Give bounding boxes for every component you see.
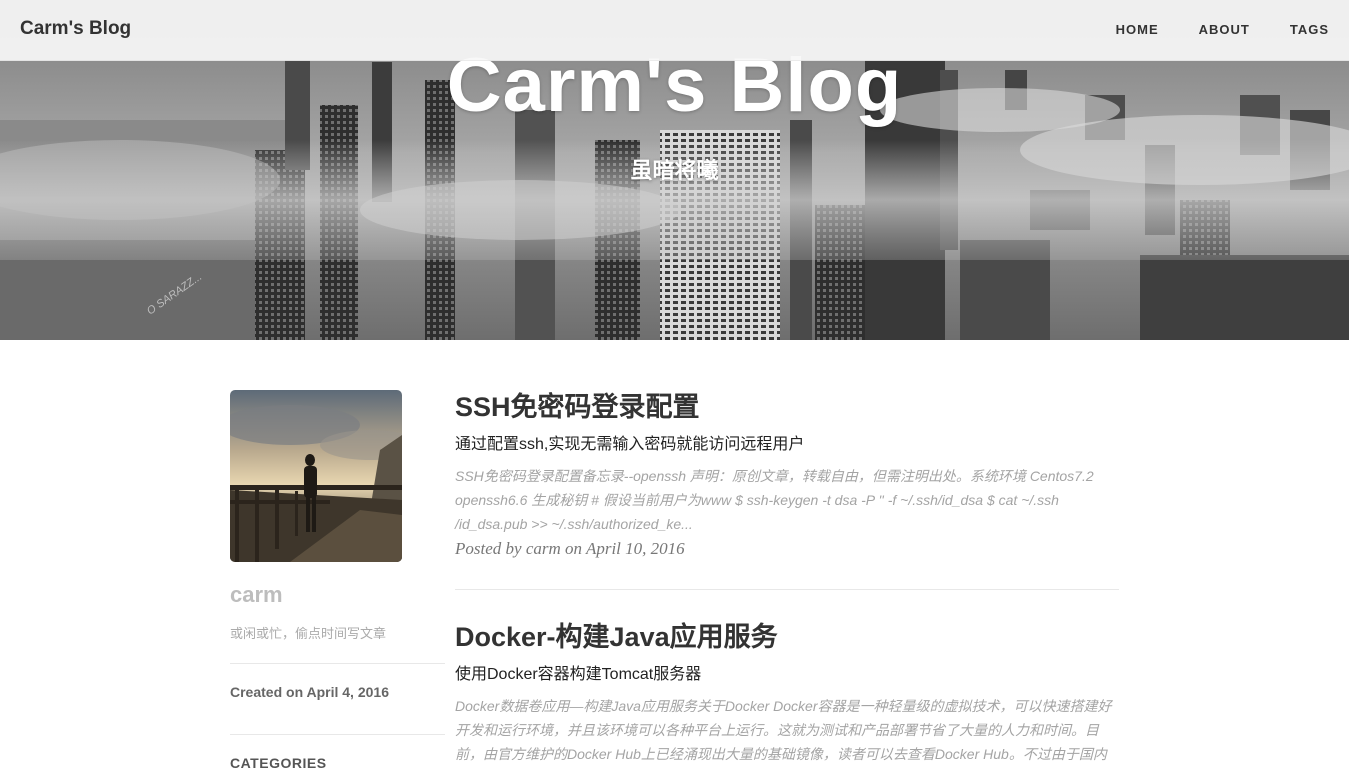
avatar[interactable]: [230, 390, 402, 562]
post-subtitle[interactable]: 使用Docker容器构建Tomcat服务器: [455, 664, 1119, 686]
nav-tags-link[interactable]: TAGS: [1290, 22, 1329, 37]
author-bio: 或闲或忙，偷点时间写文章: [230, 626, 387, 641]
post-excerpt: SSH免密码登录配置备忘录--openssh 声明：原创文章，转载自由，但需注明…: [455, 468, 1094, 532]
hero-subtitle: 虽暗将曦: [630, 158, 719, 183]
post-preview: SSH免密码登录配置 通过配置ssh,实现无需输入密码就能访问远程用户 SSH免…: [455, 388, 1119, 559]
post-excerpt: Docker数据卷应用—构建Java应用服务关于Docker Docker容器是…: [455, 698, 1112, 762]
post-subtitle[interactable]: 通过配置ssh,实现无需输入密码就能访问远程用户: [455, 434, 1119, 456]
categories-heading: CATEGORIES: [230, 755, 327, 771]
sidebar-divider: [230, 734, 445, 735]
post-divider: [455, 589, 1119, 590]
sidebar-divider: [230, 663, 445, 664]
created-date: Created on April 4, 2016: [230, 684, 389, 700]
author-name: carm: [230, 582, 283, 607]
post-preview: Docker-构建Java应用服务 使用Docker容器构建Tomcat服务器 …: [455, 618, 1119, 766]
nav-about-link[interactable]: ABOUT: [1199, 22, 1250, 37]
post-title-link[interactable]: SSH免密码登录配置: [455, 388, 1119, 426]
nav-links: HOME ABOUT TAGS: [1116, 22, 1329, 37]
brand-link[interactable]: Carm's Blog: [20, 18, 131, 40]
post-title-link[interactable]: Docker-构建Java应用服务: [455, 618, 1119, 656]
sidebar: carm 或闲或忙，偷点时间写文章 Created on April 4, 20…: [230, 390, 445, 771]
nav-home-link[interactable]: HOME: [1116, 22, 1159, 37]
top-navbar: Carm's Blog HOME ABOUT TAGS: [0, 0, 1349, 61]
post-list: SSH免密码登录配置 通过配置ssh,实现无需输入密码就能访问远程用户 SSH免…: [455, 388, 1119, 766]
post-meta: Posted by carm on April 10, 2016: [455, 539, 685, 558]
